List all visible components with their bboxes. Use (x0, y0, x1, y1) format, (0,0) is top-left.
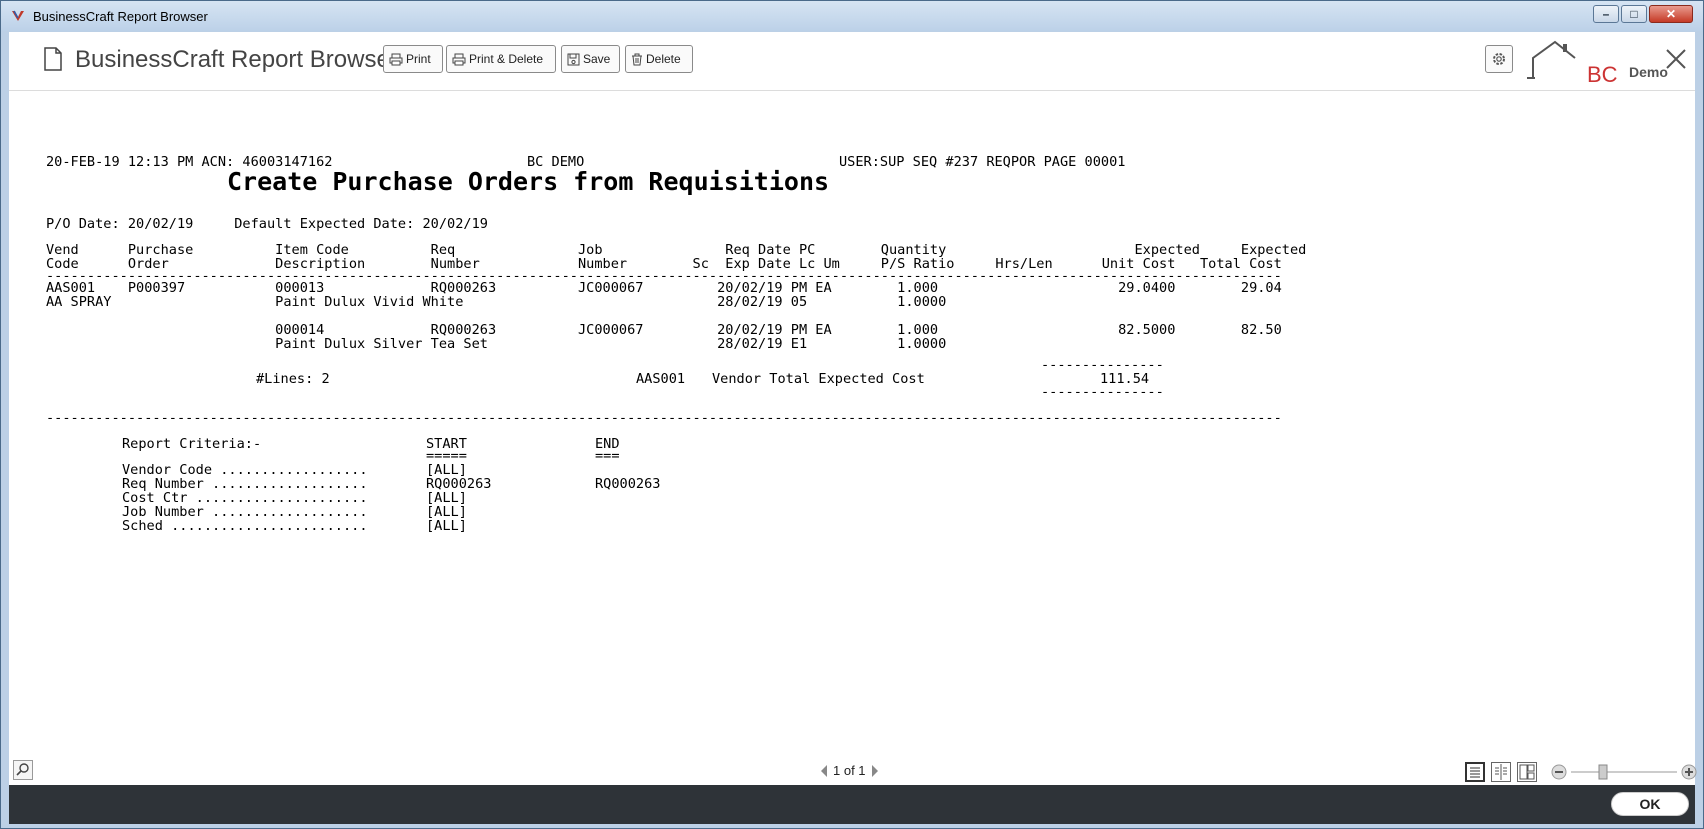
criteria-label: Req Number ................... (122, 476, 368, 492)
zoom-in-icon[interactable] (1681, 764, 1697, 780)
logo-text: BC (1587, 62, 1618, 87)
start-underline: ===== (426, 448, 467, 464)
app-icon (12, 10, 24, 21)
toolbar: BusinessCraft Report Browser Print Print… (9, 32, 1695, 91)
save-button[interactable]: Save (561, 45, 620, 73)
application-window: BusinessCraft Report Browser – □ ✕ Busin… (0, 0, 1704, 829)
criteria-start: [ALL] (426, 518, 467, 534)
delete-label: Delete (646, 52, 681, 66)
floppy-icon (567, 53, 580, 65)
close-icon[interactable] (1663, 46, 1689, 72)
multi-page-view-button[interactable] (1517, 762, 1537, 782)
po-date-line: P/O Date: 20/02/19 Default Expected Date… (46, 216, 488, 232)
end-underline: === (595, 448, 620, 464)
window-title: BusinessCraft Report Browser (33, 9, 208, 24)
footer-bar: OK (9, 785, 1695, 824)
print-button[interactable]: Print (383, 45, 443, 73)
lines-count: #Lines: 2 (256, 371, 330, 387)
zoom-control[interactable] (1551, 764, 1697, 780)
minimize-button[interactable]: – (1593, 5, 1619, 23)
criteria-label: Sched ........................ (122, 518, 368, 534)
column-header-1: Vend Purchase Item Code Req Job Req Date… (46, 242, 1307, 258)
zoom-out-icon[interactable] (1551, 764, 1567, 780)
app-title: BusinessCraft Report Browser (75, 46, 398, 73)
print-label: Print (406, 52, 431, 66)
vendor-code-total: AAS001 (636, 371, 686, 387)
print-delete-label: Print & Delete (469, 52, 544, 66)
two-page-icon (1495, 764, 1507, 780)
criteria-label: Vendor Code .................. (122, 462, 368, 478)
criteria-end: RQ000263 (595, 476, 661, 492)
print-delete-button[interactable]: Print & Delete (446, 45, 556, 73)
search-icon (16, 763, 29, 776)
single-page-icon (1470, 767, 1480, 778)
total-rule-top: --------------- (1041, 357, 1164, 373)
window-controls: – □ ✕ (1591, 5, 1693, 25)
report-row: AA SPRAY Paint Dulux Vivid White 28/02/1… (46, 294, 947, 310)
criteria-start: [ALL] (426, 504, 467, 520)
report-row: Paint Dulux Silver Tea Set 28/02/19 E1 1… (46, 336, 947, 352)
page-indicator: 1 of 1 (833, 763, 866, 778)
maximize-icon: □ (1630, 7, 1638, 21)
next-page-button[interactable] (871, 764, 878, 777)
report-row: 000014 RQ000263 JC000067 20/02/19 PM EA … (46, 322, 1282, 338)
criteria-start: [ALL] (426, 462, 467, 478)
window-close-button[interactable]: ✕ (1649, 5, 1693, 23)
document-icon (44, 47, 62, 71)
title-bar[interactable]: BusinessCraft Report Browser – □ ✕ (1, 1, 1703, 31)
house-logo-icon (1527, 40, 1576, 79)
report-row: AAS001 P000397 000013 RQ000263 JC000067 … (46, 280, 1282, 296)
report-page: 20-FEB-19 12:13 PM ACN: 46003147162 BC D… (9, 92, 1695, 782)
settings-button[interactable] (1485, 45, 1513, 73)
criteria-start: [ALL] (426, 490, 467, 506)
multi-page-icon (1519, 764, 1535, 780)
report-header-right: USER:SUP SEQ #237 REQPOR PAGE 00001 (839, 154, 1126, 170)
search-button[interactable] (13, 760, 33, 780)
viewer-controls: 1 of 1 (9, 756, 1697, 786)
maximize-button[interactable]: □ (1621, 5, 1647, 23)
criteria-heading: Report Criteria:- (122, 436, 262, 452)
criteria-label: Job Number ................... (122, 504, 368, 520)
printer-icon (389, 53, 403, 65)
minimize-icon: – (1602, 7, 1610, 21)
delete-button[interactable]: Delete (625, 45, 693, 73)
total-rule-bottom: --------------- (1041, 384, 1164, 400)
single-page-view-button[interactable] (1465, 762, 1485, 782)
window-close-icon: ✕ (1665, 7, 1677, 21)
report-browser-client: BusinessCraft Report Browser Print Print… (9, 32, 1697, 824)
criteria-start: RQ000263 (426, 476, 492, 492)
pager: 1 of 1 (821, 763, 878, 778)
save-label: Save (583, 52, 611, 66)
zoom-slider-thumb[interactable] (1598, 764, 1608, 780)
ok-button[interactable]: OK (1611, 792, 1689, 816)
two-page-view-button[interactable] (1491, 762, 1511, 782)
section-divider: ----------------------------------------… (46, 410, 1282, 426)
prev-page-button[interactable] (821, 764, 827, 777)
vendor-total-label: Vendor Total Expected Cost (712, 371, 925, 387)
gear-icon (1493, 53, 1505, 65)
criteria-label: Cost Ctr ..................... (122, 490, 368, 506)
report-title: Create Purchase Orders from Requisitions (227, 167, 830, 196)
printer-icon (452, 53, 466, 65)
trash-icon (632, 53, 642, 65)
